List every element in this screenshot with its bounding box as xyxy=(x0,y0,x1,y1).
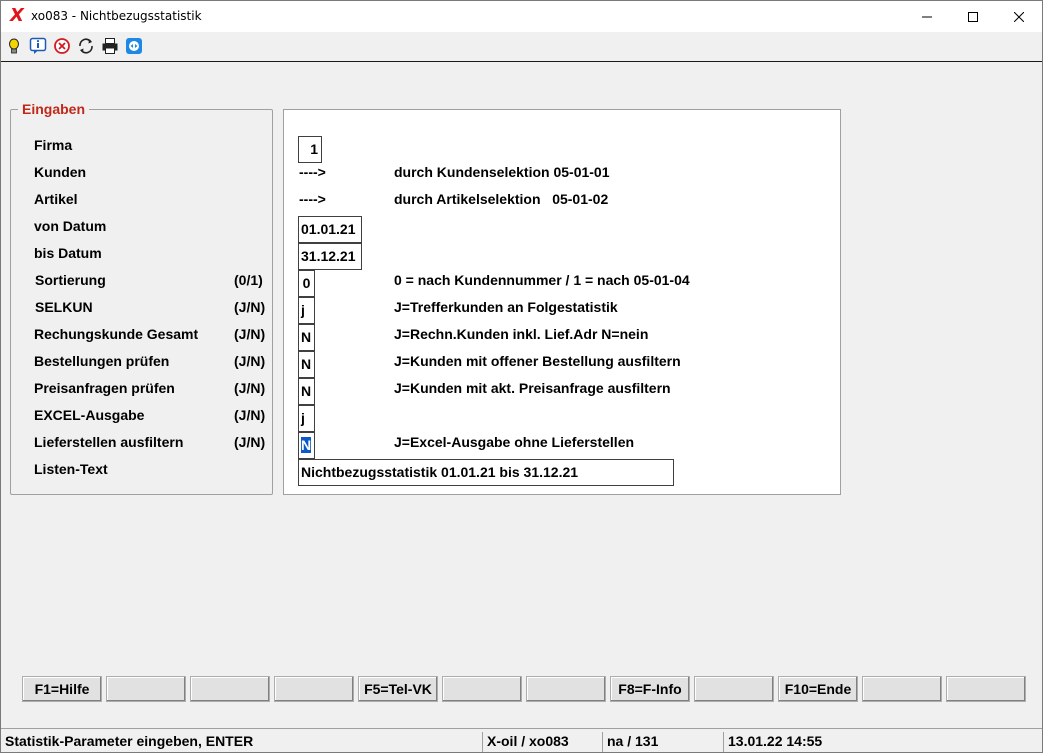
fkey-f10-end[interactable]: F10=Ende xyxy=(778,676,858,702)
von-datum-field[interactable]: 01.01.21 xyxy=(298,216,362,243)
fkey-4[interactable] xyxy=(274,676,354,702)
sortierung-field[interactable]: 0 xyxy=(298,270,315,297)
hint-sortierung: (0/1) xyxy=(234,272,263,288)
hint-rechnungskunde: (J/N) xyxy=(234,326,266,342)
hint-preisanfragen: (J/N) xyxy=(234,380,266,396)
application-window: X xo083 - Nichtbezugsstatistik Eingaben … xyxy=(0,0,1043,753)
selkun-field[interactable]: j xyxy=(298,297,315,324)
bis-datum-field[interactable]: 31.12.21 xyxy=(298,243,362,270)
selkun-description: J=Trefferkunden an Folgestatistik xyxy=(394,299,618,315)
status-datetime: 13.01.22 14:55 xyxy=(723,732,1041,752)
label-selkun: SELKUN xyxy=(35,299,93,315)
label-rechnungskunde: Rechungskunde Gesamt xyxy=(34,326,199,342)
status-bar: Statistik-Parameter eingeben, ENTER X-oi… xyxy=(1,728,1042,752)
label-artikel: Artikel xyxy=(34,191,78,207)
label-kunden: Kunden xyxy=(34,164,87,180)
listen-text-field[interactable]: Nichtbezugsstatistik 01.01.21 bis 31.12.… xyxy=(298,459,674,486)
fkey-7[interactable] xyxy=(526,676,606,702)
rechnungskunde-description: J=Rechn.Kunden inkl. Lief.Adr N=nein xyxy=(394,326,649,342)
info-icon[interactable] xyxy=(29,37,47,55)
fkey-f1-help[interactable]: F1=Hilfe xyxy=(22,676,102,702)
status-message: Statistik-Parameter eingeben, ENTER xyxy=(5,733,254,749)
cancel-icon[interactable] xyxy=(53,37,71,55)
fkey-f8-info[interactable]: F8=F-Info xyxy=(610,676,690,702)
refresh-icon[interactable] xyxy=(77,37,95,55)
kunden-arrow: ----> xyxy=(299,164,326,180)
maximize-button[interactable] xyxy=(950,1,996,32)
lieferstellen-description: J=Excel-Ausgabe ohne Lieferstellen xyxy=(394,434,635,450)
bestellungen-description: J=Kunden mit offener Bestellung ausfilte… xyxy=(394,353,681,369)
firma-field[interactable]: 1 xyxy=(298,136,322,163)
label-lieferstellen: Lieferstellen ausfiltern xyxy=(34,434,184,450)
close-icon xyxy=(1014,11,1024,22)
lieferstellen-field[interactable]: N xyxy=(298,432,315,459)
close-button[interactable] xyxy=(996,1,1042,32)
printer-icon[interactable] xyxy=(101,37,119,55)
minimize-button[interactable] xyxy=(904,1,950,32)
rechnungskunde-field[interactable]: N xyxy=(298,324,315,351)
lieferstellen-value: N xyxy=(301,437,312,453)
remote-icon[interactable] xyxy=(125,37,143,55)
maximize-icon xyxy=(968,11,978,22)
title-bar: X xo083 - Nichtbezugsstatistik xyxy=(1,1,1042,32)
fkey-9[interactable] xyxy=(694,676,774,702)
lightbulb-icon[interactable] xyxy=(5,37,23,55)
fkey-3[interactable] xyxy=(190,676,270,702)
artikel-description: durch Artikelselektion 05-01-02 xyxy=(394,191,609,207)
label-bis-datum: bis Datum xyxy=(34,245,102,261)
fkey-11[interactable] xyxy=(862,676,942,702)
fkey-f5-tel-vk[interactable]: F5=Tel-VK xyxy=(358,676,438,702)
preisanfragen-description: J=Kunden mit akt. Preisanfrage ausfilter… xyxy=(394,380,671,396)
label-preisanfragen: Preisanfragen prüfen xyxy=(34,380,175,396)
fkey-2[interactable] xyxy=(106,676,186,702)
sortierung-description: 0 = nach Kundennummer / 1 = nach 05-01-0… xyxy=(394,272,690,288)
label-sortierung: Sortierung xyxy=(35,272,106,288)
artikel-arrow: ----> xyxy=(299,191,326,207)
status-app: X-oil / xo083 xyxy=(482,732,602,752)
label-bestellungen: Bestellungen prüfen xyxy=(34,353,170,369)
app-logo: X xyxy=(10,5,24,26)
window-title: xo083 - Nichtbezugsstatistik xyxy=(31,9,202,23)
kunden-description: durch Kundenselektion 05-01-01 xyxy=(394,164,610,180)
preisanfragen-field[interactable]: N xyxy=(298,378,315,405)
minimize-icon xyxy=(922,16,932,17)
bestellungen-field[interactable]: N xyxy=(298,351,315,378)
hint-bestellungen: (J/N) xyxy=(234,353,266,369)
group-legend: Eingaben xyxy=(18,101,90,117)
fkey-6[interactable] xyxy=(442,676,522,702)
label-listen-text: Listen-Text xyxy=(34,461,108,477)
label-von-datum: von Datum xyxy=(34,218,107,234)
hint-excel: (J/N) xyxy=(234,407,266,423)
status-info: na / 131 xyxy=(602,732,723,752)
hint-lieferstellen: (J/N) xyxy=(234,434,266,450)
label-firma: Firma xyxy=(34,137,73,153)
toolbar xyxy=(1,32,1042,62)
fkey-12[interactable] xyxy=(946,676,1026,702)
excel-field[interactable]: j xyxy=(298,405,315,432)
label-excel: EXCEL-Ausgabe xyxy=(34,407,145,423)
hint-selkun: (J/N) xyxy=(234,299,266,315)
